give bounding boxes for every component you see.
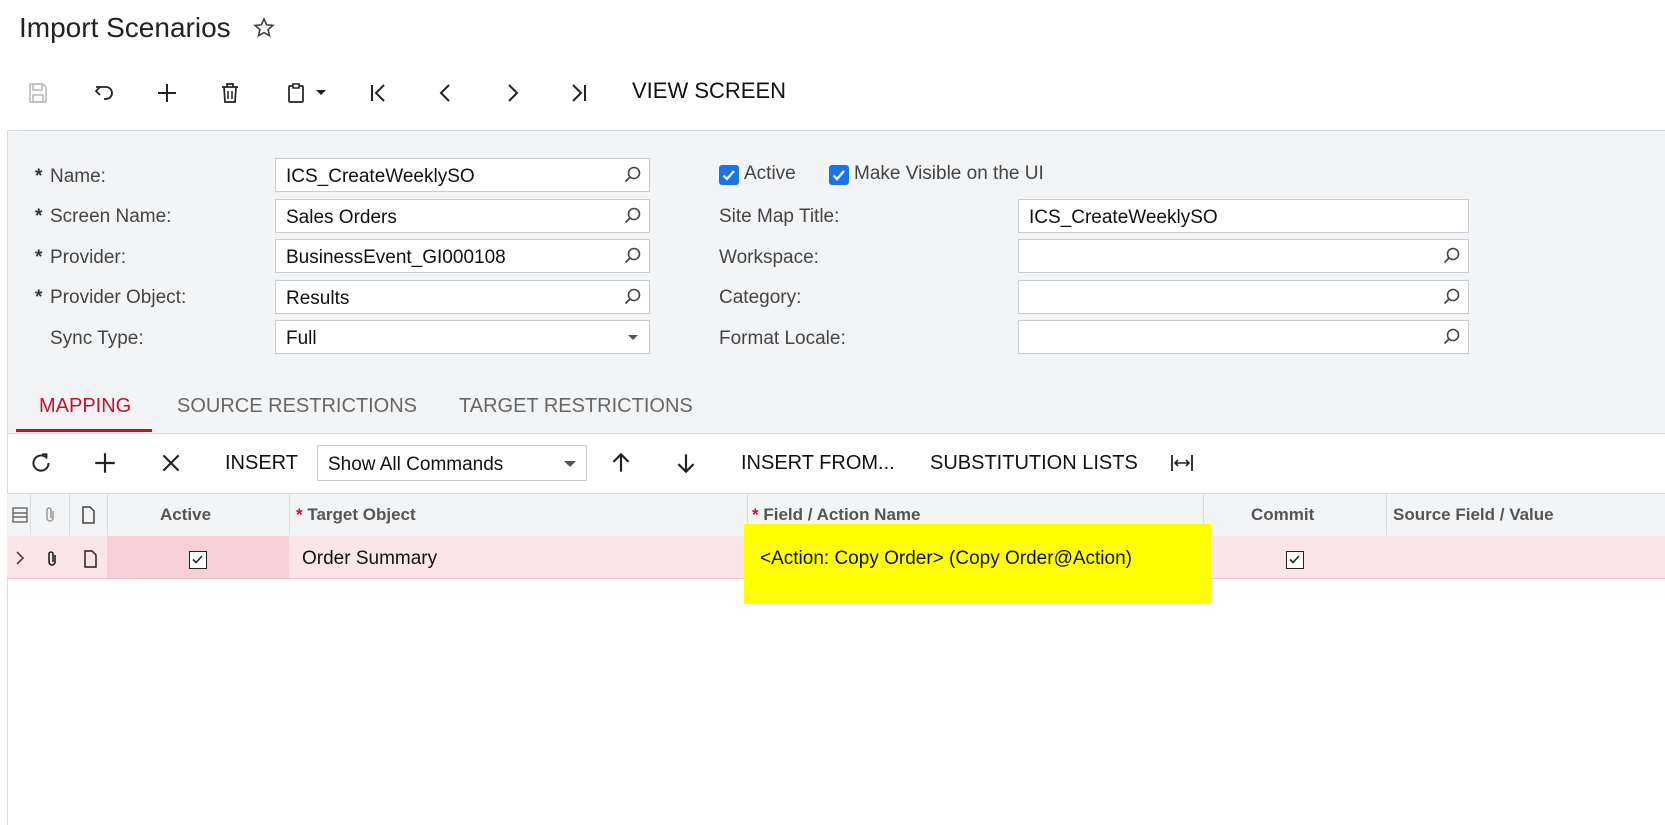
clipboard-dropdown-icon[interactable]	[278, 77, 334, 109]
column-header-field-action-label: Field / Action Name	[763, 505, 921, 524]
column-header-commit[interactable]: Commit	[1251, 505, 1314, 525]
previous-record-icon[interactable]	[430, 77, 462, 109]
field-action-name-cell[interactable]: <Action: Copy Order> (Copy Order@Action)	[760, 548, 1132, 570]
provider-object-field[interactable]: Results	[275, 280, 650, 314]
required-marker: *	[35, 206, 43, 227]
site-map-title-label: Site Map Title:	[719, 206, 840, 227]
favorite-star-icon[interactable]	[252, 16, 276, 40]
substitution-lists-button[interactable]: SUBSTITUTION LISTS	[930, 452, 1138, 475]
workspace-label: Workspace:	[719, 247, 819, 268]
view-screen-button[interactable]: VIEW SCREEN	[632, 78, 786, 104]
active-label: Active	[744, 163, 796, 184]
tab-mapping[interactable]: MAPPING	[39, 395, 131, 418]
check-icon	[192, 555, 203, 564]
next-record-icon[interactable]	[496, 77, 528, 109]
column-divider	[69, 494, 70, 535]
provider-object-label: Provider Object:	[50, 287, 187, 308]
provider-field[interactable]: BusinessEvent_GI000108	[275, 239, 650, 273]
page-title: Import Scenarios	[19, 12, 231, 43]
search-icon[interactable]	[1442, 287, 1462, 307]
site-map-title-value: ICS_CreateWeeklySO	[1029, 207, 1218, 228]
name-field[interactable]: ICS_CreateWeeklySO	[275, 158, 650, 192]
required-marker: *	[35, 287, 43, 308]
save-icon[interactable]	[22, 77, 54, 109]
active-tab-indicator	[16, 429, 152, 432]
workspace-field[interactable]	[1018, 239, 1469, 273]
screen-name-label: Screen Name:	[50, 206, 172, 227]
required-marker: *	[35, 166, 43, 187]
undo-icon[interactable]	[88, 77, 120, 109]
column-header-target-object[interactable]: * Target Object	[296, 505, 416, 525]
refresh-icon[interactable]	[26, 447, 56, 479]
name-label: Name:	[50, 166, 106, 187]
add-icon[interactable]	[151, 77, 183, 109]
column-header-field-action-name[interactable]: * Field / Action Name	[752, 505, 920, 525]
first-record-icon[interactable]	[363, 77, 395, 109]
provider-value: BusinessEvent_GI000108	[286, 247, 506, 268]
category-field[interactable]	[1018, 280, 1469, 314]
move-up-icon[interactable]	[606, 447, 636, 479]
provider-label: Provider:	[50, 247, 127, 268]
screen-name-field[interactable]: Sales Orders	[275, 199, 650, 233]
commands-select-value: Show All Commands	[328, 454, 504, 475]
make-visible-label: Make Visible on the UI	[854, 163, 1044, 184]
search-icon[interactable]	[623, 246, 643, 266]
column-divider	[107, 494, 108, 535]
active-checkbox[interactable]	[719, 165, 739, 185]
provider-object-value: Results	[286, 288, 350, 309]
insert-button[interactable]: INSERT	[225, 452, 298, 475]
check-icon	[1289, 555, 1300, 564]
category-label: Category:	[719, 287, 802, 308]
tab-target-restrictions[interactable]: TARGET RESTRICTIONS	[459, 395, 693, 418]
column-header-target-object-label: Target Object	[307, 505, 416, 524]
sync-type-label: Sync Type:	[50, 328, 144, 349]
commands-select[interactable]: Show All Commands	[317, 445, 587, 481]
row-selector-icon[interactable]	[10, 505, 30, 525]
delete-icon[interactable]	[214, 77, 246, 109]
search-icon[interactable]	[623, 165, 643, 185]
search-icon[interactable]	[623, 206, 643, 226]
search-icon[interactable]	[1442, 327, 1462, 347]
add-row-icon[interactable]	[90, 447, 120, 479]
grid-panel	[7, 433, 1665, 825]
check-icon	[722, 170, 735, 181]
column-divider	[1386, 494, 1387, 535]
search-icon[interactable]	[1442, 246, 1462, 266]
chevron-down-icon	[564, 461, 576, 467]
note-icon[interactable]	[80, 549, 100, 569]
name-value: ICS_CreateWeeklySO	[286, 166, 475, 187]
column-header-active[interactable]: Active	[160, 505, 211, 525]
move-down-icon[interactable]	[671, 447, 701, 479]
required-marker: *	[296, 505, 303, 524]
delete-row-icon[interactable]	[156, 447, 186, 479]
attachment-icon[interactable]	[42, 549, 62, 569]
screen-name-value: Sales Orders	[286, 207, 397, 228]
chevron-down-icon	[628, 335, 638, 340]
make-visible-checkbox[interactable]	[829, 165, 849, 185]
check-icon	[832, 170, 845, 181]
site-map-title-field[interactable]: ICS_CreateWeeklySO	[1018, 199, 1469, 233]
format-locale-label: Format Locale:	[719, 328, 846, 349]
chevron-right-icon[interactable]	[10, 548, 30, 568]
required-marker: *	[35, 247, 43, 268]
row-commit-checkbox[interactable]	[1286, 551, 1304, 569]
sync-type-value: Full	[286, 328, 317, 349]
attachment-icon[interactable]	[40, 505, 60, 525]
insert-from-button[interactable]: INSERT FROM...	[741, 452, 895, 475]
required-marker: *	[752, 505, 759, 524]
column-divider	[30, 494, 31, 535]
row-active-checkbox[interactable]	[189, 551, 207, 569]
fit-columns-icon[interactable]	[1167, 447, 1197, 479]
format-locale-field[interactable]	[1018, 320, 1469, 354]
last-record-icon[interactable]	[562, 77, 594, 109]
sync-type-select[interactable]: Full	[275, 320, 650, 354]
target-object-cell[interactable]: Order Summary	[302, 548, 437, 570]
column-header-source-field-value[interactable]: Source Field / Value	[1393, 505, 1554, 525]
tab-source-restrictions[interactable]: SOURCE RESTRICTIONS	[177, 395, 417, 418]
search-icon[interactable]	[623, 287, 643, 307]
column-divider	[289, 494, 290, 535]
note-icon[interactable]	[78, 505, 98, 525]
